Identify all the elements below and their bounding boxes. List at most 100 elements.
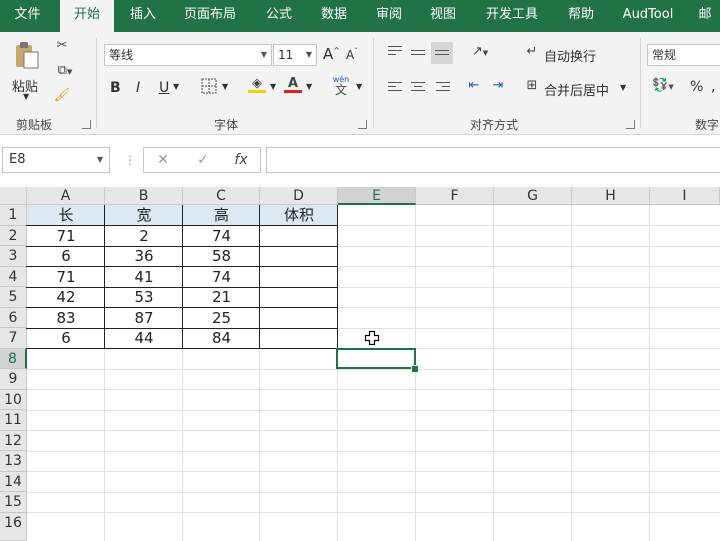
row-header-5[interactable]: 5 xyxy=(0,287,27,308)
tab-insert[interactable]: 插入 xyxy=(118,0,168,32)
increase-indent-icon[interactable]: ⇥ xyxy=(489,78,507,93)
table-cell[interactable]: 25 xyxy=(183,308,260,328)
table-cell[interactable]: 42 xyxy=(27,287,105,307)
tab-file[interactable]: 文件 xyxy=(0,0,55,32)
font-color-icon[interactable]: A xyxy=(284,76,302,93)
row-header-10[interactable]: 10 xyxy=(0,389,27,410)
number-format-select[interactable]: 常规 xyxy=(647,44,720,66)
align-middle-icon[interactable] xyxy=(411,50,425,62)
font-size-select[interactable]: 11 ▼ xyxy=(273,44,317,66)
format-painter-icon[interactable]: 🖌 xyxy=(53,88,71,103)
table-cell[interactable]: 53 xyxy=(105,287,183,307)
formula-input[interactable] xyxy=(266,147,720,173)
font-name-select[interactable]: 等线 ▼ xyxy=(104,44,272,66)
font-launcher-icon[interactable] xyxy=(358,120,367,129)
insert-function-button[interactable]: fx xyxy=(226,147,256,173)
shrink-font-button[interactable]: Aˇ xyxy=(346,47,358,62)
row-header-11[interactable]: 11 xyxy=(0,410,27,431)
orientation-icon[interactable]: ↗▼ xyxy=(467,44,493,59)
merge-chevron-icon[interactable]: ▼ xyxy=(620,83,626,92)
tab-developer[interactable]: 开发工具 xyxy=(474,0,550,32)
tab-page-layout[interactable]: 页面布局 xyxy=(172,0,248,32)
row-header-1[interactable]: 1 xyxy=(0,205,27,226)
selected-cell-e8[interactable] xyxy=(336,348,416,369)
column-header-i[interactable]: I xyxy=(650,187,720,205)
merge-center-icon[interactable]: ⊞ xyxy=(523,78,541,93)
table-cell[interactable]: 58 xyxy=(183,246,260,266)
worksheet-grid[interactable]: A B C D E F G H I 1 2 3 4 5 6 7 8 9 10 1… xyxy=(0,187,720,541)
tab-formulas[interactable]: 公式 xyxy=(254,0,304,32)
column-header-f[interactable]: F xyxy=(416,187,494,205)
tab-mail[interactable]: 邮 xyxy=(690,0,720,32)
row-header-12[interactable]: 12 xyxy=(0,430,27,451)
header-cell-width[interactable]: 宽 xyxy=(105,205,183,226)
column-header-c[interactable]: C xyxy=(183,187,260,205)
row-header-16[interactable]: 16 xyxy=(0,512,27,541)
border-chevron-icon[interactable]: ▼ xyxy=(222,82,228,91)
column-header-e[interactable]: E xyxy=(338,187,416,205)
grow-font-button[interactable]: A^ xyxy=(323,45,340,63)
select-all-corner[interactable] xyxy=(0,187,27,205)
tab-home[interactable]: 开始 xyxy=(60,0,114,32)
table-cell[interactable]: 44 xyxy=(105,328,183,348)
align-right-icon[interactable] xyxy=(436,82,450,94)
tab-view[interactable]: 视图 xyxy=(418,0,468,32)
table-cell[interactable]: 6 xyxy=(27,246,105,266)
align-left-icon[interactable] xyxy=(388,82,402,94)
fill-handle[interactable] xyxy=(411,365,419,373)
alignment-launcher-icon[interactable] xyxy=(626,120,635,129)
row-header-13[interactable]: 13 xyxy=(0,451,27,472)
table-cell[interactable]: 2 xyxy=(105,226,183,246)
underline-button[interactable]: U xyxy=(159,80,169,96)
table-cell[interactable]: 71 xyxy=(27,226,105,246)
table-cell[interactable]: 6 xyxy=(27,328,105,348)
name-box-chevron-icon[interactable]: ▼ xyxy=(97,148,103,172)
row-header-2[interactable]: 2 xyxy=(0,225,27,246)
italic-button[interactable]: I xyxy=(136,80,140,96)
underline-chevron-icon[interactable]: ▼ xyxy=(173,82,179,91)
tab-audtool[interactable]: AudTool xyxy=(612,0,684,32)
wrap-text-icon[interactable]: ↵ xyxy=(524,44,540,59)
column-header-d[interactable]: D xyxy=(260,187,338,205)
row-header-9[interactable]: 9 xyxy=(0,369,27,390)
paste-icon[interactable] xyxy=(14,40,40,70)
fill-color-chevron-icon[interactable]: ▼ xyxy=(270,82,276,91)
clipboard-launcher-icon[interactable] xyxy=(82,120,91,129)
align-bottom-button[interactable] xyxy=(431,42,453,64)
column-header-a[interactable]: A xyxy=(27,187,105,205)
paste-dropdown-chevron-icon[interactable]: ▼ xyxy=(23,92,29,101)
header-cell-volume[interactable]: 体积 xyxy=(260,205,338,226)
tab-review[interactable]: 审阅 xyxy=(364,0,414,32)
name-box[interactable]: E8 ▼ xyxy=(2,147,110,173)
header-cell-height[interactable]: 高 xyxy=(183,205,260,226)
tab-help[interactable]: 帮助 xyxy=(556,0,606,32)
currency-format-icon[interactable]: 💱▼ xyxy=(650,78,676,93)
table-cell[interactable]: 87 xyxy=(105,308,183,328)
table-cell[interactable]: 83 xyxy=(27,308,105,328)
phonetic-icon[interactable]: wén 文 xyxy=(330,75,352,96)
border-icon[interactable] xyxy=(201,78,217,94)
font-color-chevron-icon[interactable]: ▼ xyxy=(306,82,312,91)
table-cell[interactable]: 71 xyxy=(27,267,105,287)
merge-center-button[interactable]: 合并后居中 xyxy=(544,80,609,99)
row-header-6[interactable]: 6 xyxy=(0,307,27,328)
table-cell[interactable]: 36 xyxy=(105,246,183,266)
phonetic-chevron-icon[interactable]: ▼ xyxy=(356,82,362,91)
wrap-text-button[interactable]: 自动换行 xyxy=(544,46,596,65)
align-center-icon[interactable] xyxy=(411,82,425,94)
table-cell[interactable]: 21 xyxy=(183,287,260,307)
decrease-indent-icon[interactable]: ⇤ xyxy=(465,78,483,93)
copy-icon[interactable]: ⧉▼ xyxy=(52,63,78,78)
bold-button[interactable]: B xyxy=(110,80,121,96)
fill-color-icon[interactable]: ◈ xyxy=(248,76,266,93)
cancel-icon[interactable]: ✕ xyxy=(148,147,178,173)
header-cell-length[interactable]: 长 xyxy=(27,205,105,226)
column-header-h[interactable]: H xyxy=(572,187,650,205)
column-header-b[interactable]: B xyxy=(105,187,183,205)
row-header-14[interactable]: 14 xyxy=(0,471,27,492)
align-top-icon[interactable] xyxy=(388,46,402,58)
table-cell[interactable]: 41 xyxy=(105,267,183,287)
tab-data[interactable]: 数据 xyxy=(309,0,359,32)
column-header-g[interactable]: G xyxy=(494,187,572,205)
percent-button[interactable]: % xyxy=(690,79,703,95)
